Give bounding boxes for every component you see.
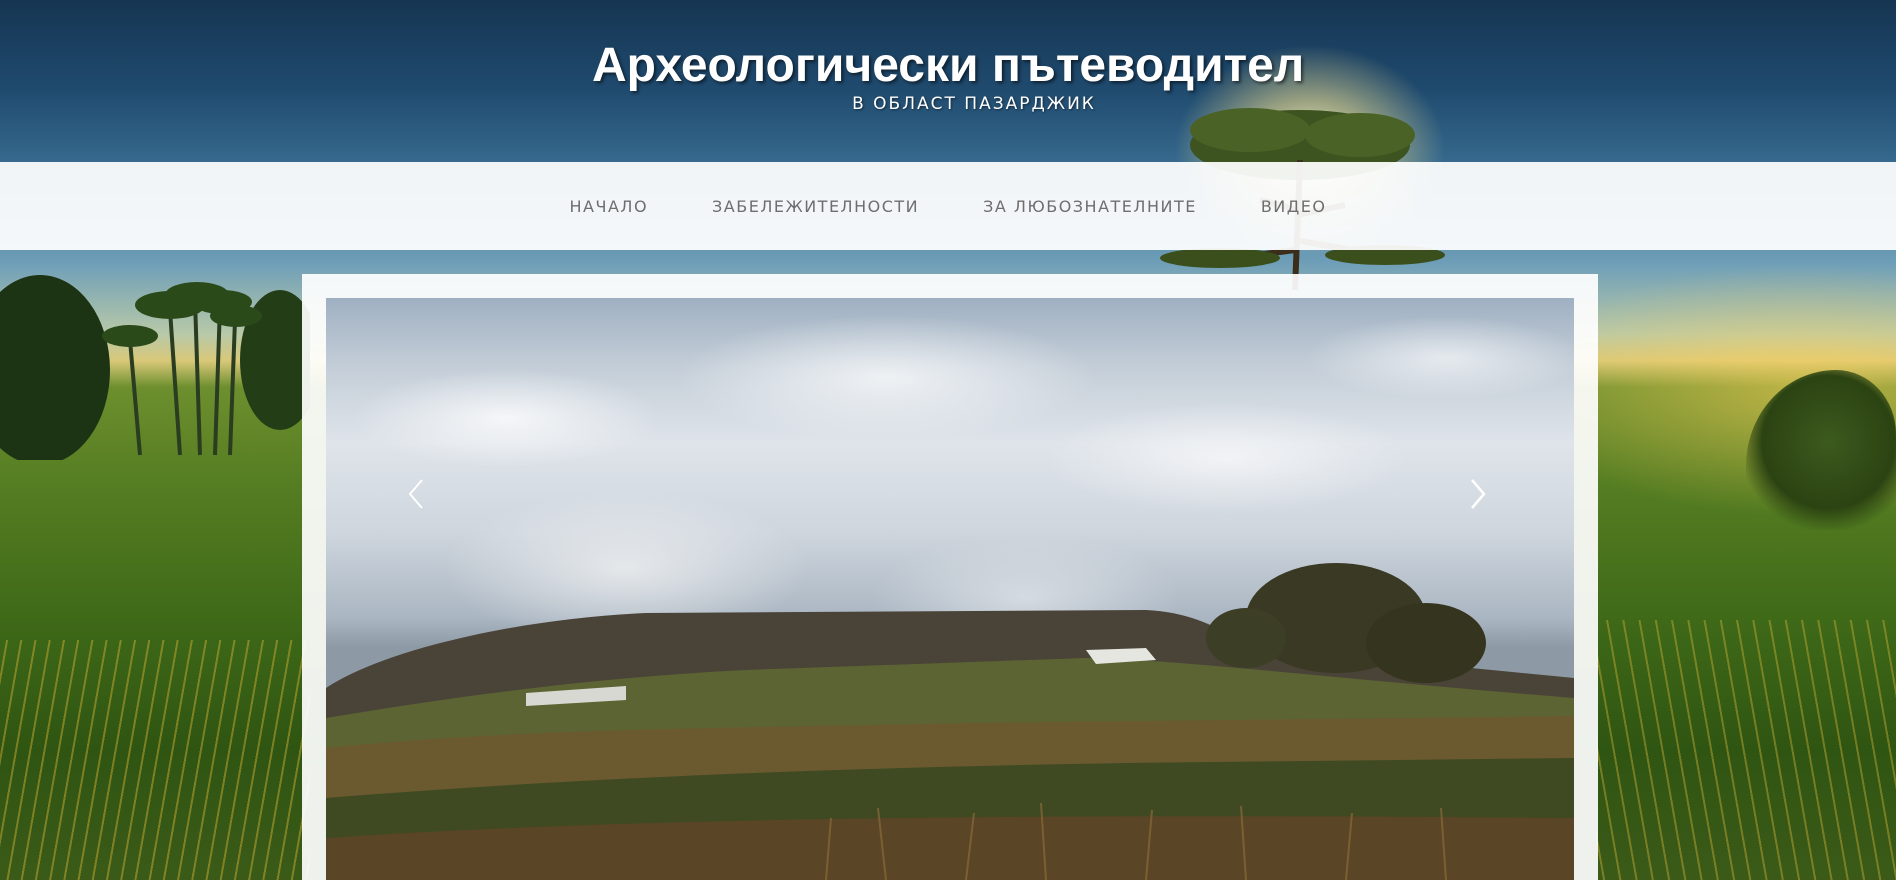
nav-item-home[interactable]: НАЧАЛО (570, 197, 649, 216)
chevron-left-icon (408, 479, 423, 509)
site-tagline: В ОБЛАСТ ПАЗАРДЖИК (852, 94, 1096, 114)
slide-landscape (326, 563, 1574, 880)
slider-prev-button[interactable] (400, 474, 430, 514)
slide-image (326, 298, 1574, 880)
background-grass-left (0, 640, 310, 880)
background-palm-trees (0, 275, 310, 460)
chevron-right-icon (1471, 479, 1486, 509)
image-slider (302, 274, 1598, 880)
slider-next-button[interactable] (1464, 474, 1494, 514)
site-header: Археологически пътеводител В ОБЛАСТ ПАЗА… (0, 0, 1896, 162)
background-grass-right (1596, 620, 1896, 880)
page: Археологически пътеводител В ОБЛАСТ ПАЗА… (0, 0, 1896, 880)
site-title-container: Археологически пътеводител (592, 38, 1312, 94)
nav-item-sights[interactable]: ЗАБЕЛЕЖИТЕЛНОСТИ (712, 197, 919, 216)
nav-item-curious[interactable]: ЗА ЛЮБОЗНАТЕЛНИТЕ (983, 197, 1197, 216)
nav-list: НАЧАЛО ЗАБЕЛЕЖИТЕЛНОСТИ ЗА ЛЮБОЗНАТЕЛНИТ… (538, 197, 1359, 216)
background-bush (1746, 370, 1896, 530)
site-title[interactable]: Археологически пътеводител (592, 38, 1312, 94)
main-navigation: НАЧАЛО ЗАБЕЛЕЖИТЕЛНОСТИ ЗА ЛЮБОЗНАТЕЛНИТ… (0, 162, 1896, 250)
nav-item-video[interactable]: ВИДЕО (1261, 197, 1327, 216)
